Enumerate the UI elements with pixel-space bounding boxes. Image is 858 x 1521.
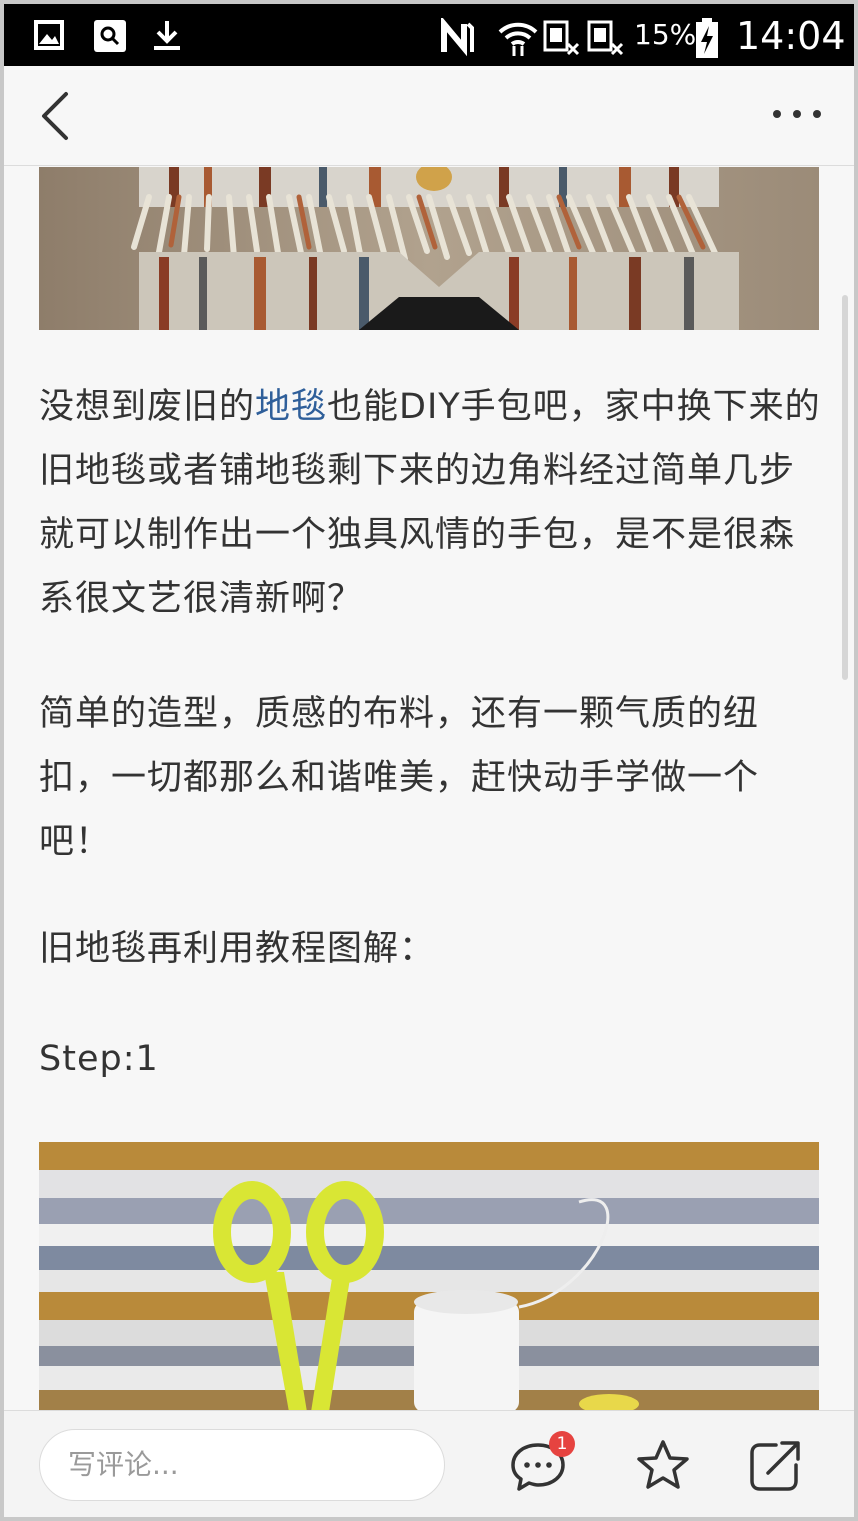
wifi-icon	[498, 22, 538, 56]
battery-charging-icon	[696, 18, 718, 58]
gallery-icon	[34, 20, 64, 50]
nfc-icon	[441, 18, 474, 57]
battery-percent: 15%	[634, 18, 697, 51]
app-bar	[4, 66, 854, 166]
sim1-no-signal-icon	[543, 20, 580, 56]
tutorial-heading: 旧地毯再利用教程图解：	[39, 929, 436, 969]
more-options-icon[interactable]	[770, 102, 824, 126]
comment-count-badge: 1	[549, 1431, 575, 1457]
intro-paragraph: 没想到废旧的地毯也能DIY手包吧，家中换下来的旧地毯或者铺地毯剩下来的边角料经过…	[39, 387, 821, 619]
scrollbar[interactable]	[842, 295, 848, 680]
comment-input[interactable]: 写评论...	[39, 1429, 445, 1501]
status-bar: 15% 14:04	[0, 0, 858, 66]
bottom-action-bar: 写评论... 1	[4, 1410, 854, 1517]
sim2-no-signal-icon	[587, 20, 624, 56]
back-arrow-icon[interactable]	[36, 90, 76, 142]
step-label: Step:1	[39, 1039, 159, 1079]
article-content[interactable]: 没想到废旧的地毯也能DIY手包吧，家中换下来的旧地毯或者铺地毯剩下来的边角料经过…	[4, 167, 854, 1410]
search-icon	[94, 20, 126, 52]
carpet-link[interactable]: 地毯	[255, 387, 327, 427]
favorite-button[interactable]	[634, 1437, 692, 1495]
share-button[interactable]	[746, 1437, 804, 1495]
clock: 14:04	[736, 14, 846, 58]
description-paragraph: 简单的造型，质感的布料，还有一颗气质的纽扣，一切都那么和谐唯美，赶快动手学做一个…	[39, 694, 760, 862]
star-icon	[637, 1440, 689, 1489]
download-icon	[154, 21, 180, 50]
comments-button[interactable]: 1	[509, 1431, 575, 1495]
step1-photo	[39, 1142, 819, 1410]
clutch-photo	[39, 167, 819, 330]
share-icon	[750, 1441, 800, 1491]
